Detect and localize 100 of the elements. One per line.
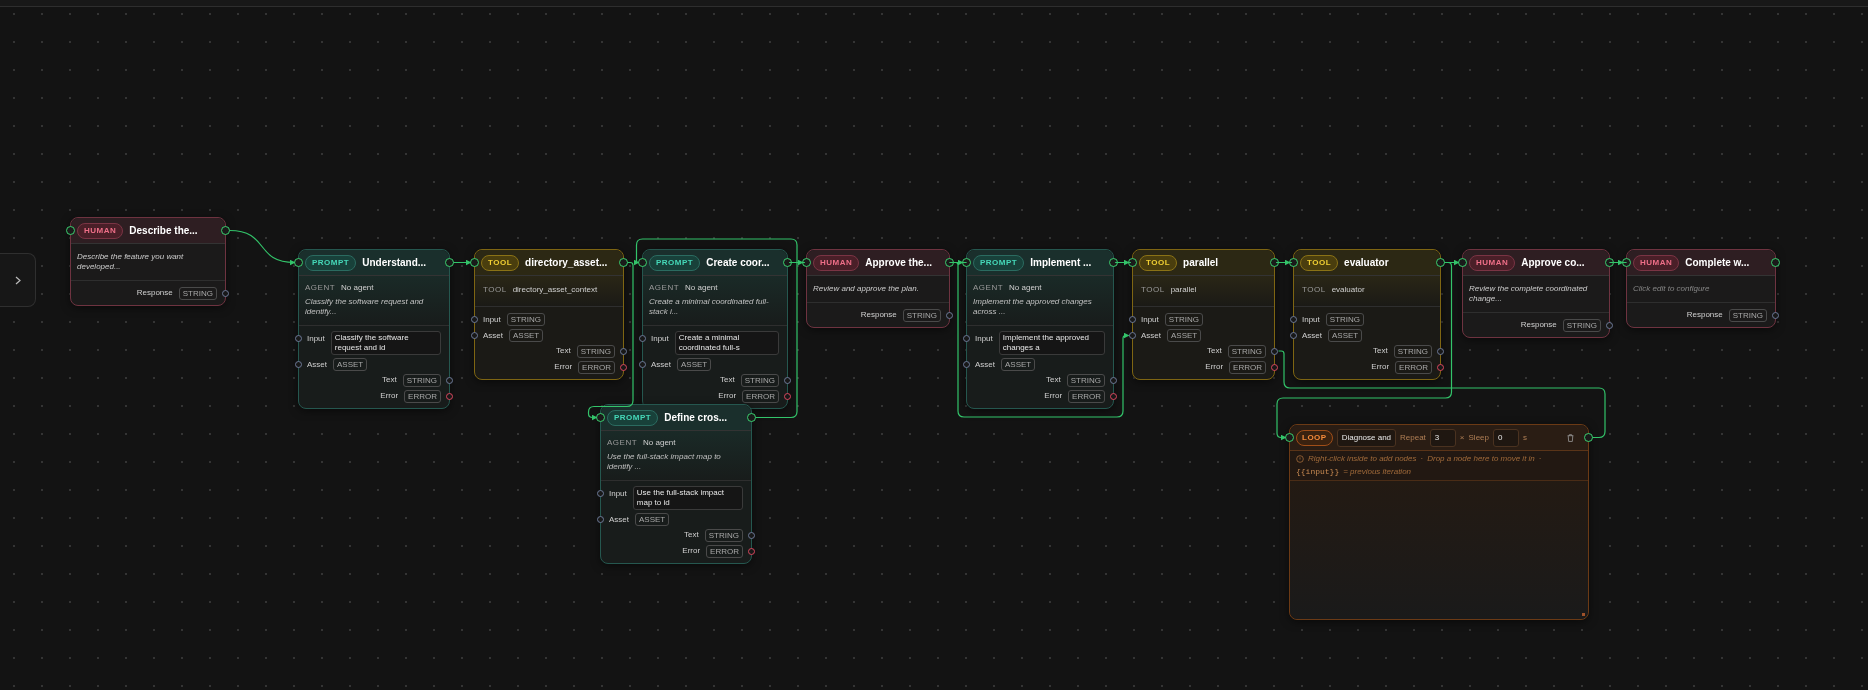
port-label: Asset: [1302, 330, 1322, 342]
code-hint: {{input}}: [1296, 466, 1340, 478]
field-label: TOOL: [483, 284, 507, 296]
type-tag: STRING: [576, 344, 615, 358]
type-tag: STRING: [740, 373, 779, 387]
repeat-field[interactable]: 3: [1429, 428, 1456, 447]
port-label: Error: [380, 390, 399, 402]
unit-label: s: [1523, 431, 1527, 444]
node-title: Approve co...: [1521, 256, 1585, 270]
node-type-badge: TOOL: [1300, 254, 1339, 271]
field-label: AGENT: [305, 282, 336, 294]
field-label: AGENT: [649, 282, 680, 294]
type-tag: STRING: [1325, 312, 1365, 326]
agent-name: No agent: [643, 437, 676, 449]
node-title: Complete w...: [1685, 256, 1750, 270]
port-label: Input: [483, 314, 501, 326]
port-label: Error: [1044, 390, 1063, 402]
port-label: Asset: [483, 330, 503, 342]
hint-text: Drop a node here to move it in: [1427, 453, 1535, 465]
port-label: Input: [1141, 314, 1159, 326]
node-type-badge: HUMAN: [77, 222, 124, 239]
type-tag: STRING: [402, 373, 441, 387]
port-label: Error: [1205, 361, 1224, 373]
type-tag: STRING: [1164, 312, 1204, 326]
input-field[interactable]: Create a minimal coordinated full-s: [674, 331, 779, 355]
port-label: Input: [651, 333, 669, 345]
field-label: Repeat: [1400, 431, 1426, 444]
type-tag: ASSET: [1001, 357, 1036, 371]
field-label: TOOL: [1302, 284, 1326, 296]
port-label: Response: [860, 309, 897, 321]
field-label: AGENT: [973, 282, 1004, 294]
hint-text: = previous iteration: [1343, 466, 1412, 478]
port-label: Text: [684, 529, 699, 541]
node-title: Create coor...: [706, 256, 770, 270]
node-title: Understand...: [362, 256, 427, 270]
type-tag: ERROR: [706, 544, 743, 558]
type-tag: STRING: [704, 528, 743, 542]
port-label: Response: [136, 287, 173, 299]
hint-text: Right-click inside to add nodes: [1308, 453, 1417, 465]
port-label: Error: [1371, 361, 1390, 373]
node-description: Click edit to configure: [1633, 284, 1711, 294]
port-label: Asset: [609, 514, 629, 526]
type-tag: STRING: [1728, 308, 1767, 322]
node-description: Classify the software request and identify...: [305, 297, 425, 317]
tool-name: evaluator: [1331, 284, 1365, 296]
port-label: Error: [554, 361, 573, 373]
hint-text: ·: [1538, 453, 1542, 465]
port-label: Text: [556, 345, 571, 357]
node-type-badge: TOOL: [481, 254, 520, 271]
node-type-badge: PROMPT: [607, 409, 659, 426]
name-field[interactable]: Diagnose and: [1336, 428, 1397, 447]
node-type-badge: TOOL: [1139, 254, 1178, 271]
node-description: Use the full-stack impact map to identify ...: [607, 452, 722, 472]
node-type-badge: PROMPT: [973, 254, 1025, 271]
port-label: Text: [382, 374, 397, 386]
port-label: Error: [682, 545, 701, 557]
type-tag: STRING: [902, 308, 941, 322]
port-label: Input: [609, 488, 627, 500]
sleep-field[interactable]: 0: [1493, 428, 1519, 447]
hint-text: ·: [1420, 453, 1424, 465]
type-tag: STRING: [1562, 318, 1601, 332]
port-label: Input: [975, 333, 993, 345]
port-label: Text: [720, 374, 735, 386]
node-type-badge: PROMPT: [305, 254, 357, 271]
node-title: Define cros...: [664, 411, 728, 425]
input-field[interactable]: Implement the approved changes a: [998, 331, 1105, 355]
node-description: Review and approve the plan.: [813, 284, 920, 294]
type-tag: STRING: [506, 312, 546, 326]
type-tag: ASSET: [1167, 328, 1202, 342]
input-field[interactable]: Use the full-stack impact map to id: [632, 486, 743, 510]
tool-name: parallel: [1170, 284, 1197, 296]
type-tag: ERROR: [578, 360, 615, 374]
type-tag: STRING: [1066, 373, 1105, 387]
node-title: parallel: [1183, 256, 1219, 270]
node-description: Review the complete coordinated change...: [1469, 284, 1589, 304]
tool-name: directory_asset_context: [512, 284, 598, 296]
input-field[interactable]: Classify the software request and id: [330, 331, 441, 355]
port-label: Asset: [975, 359, 995, 371]
port-label: Response: [1520, 319, 1557, 331]
field-label: AGENT: [607, 437, 638, 449]
port-label: Error: [718, 390, 737, 402]
node-title: Implement ...: [1030, 256, 1092, 270]
type-tag: ERROR: [404, 389, 441, 403]
type-tag: ERROR: [1395, 360, 1432, 374]
node-title: Approve the...: [865, 256, 932, 270]
node-type-badge: PROMPT: [649, 254, 701, 271]
node-description: Implement the approved changes across ...: [973, 297, 1093, 317]
port-label: Text: [1046, 374, 1061, 386]
node-title: Describe the...: [129, 224, 198, 238]
node-title: directory_asset...: [525, 256, 608, 270]
node-title: evaluator: [1344, 256, 1389, 270]
type-tag: ERROR: [1229, 360, 1266, 374]
port-label: Input: [1302, 314, 1320, 326]
port-label: Asset: [307, 359, 327, 371]
agent-name: No agent: [685, 282, 718, 294]
type-tag: ASSET: [509, 328, 544, 342]
type-tag: STRING: [1393, 344, 1432, 358]
type-tag: ERROR: [742, 389, 779, 403]
port-label: Asset: [1141, 330, 1161, 342]
type-tag: ERROR: [1068, 389, 1105, 403]
